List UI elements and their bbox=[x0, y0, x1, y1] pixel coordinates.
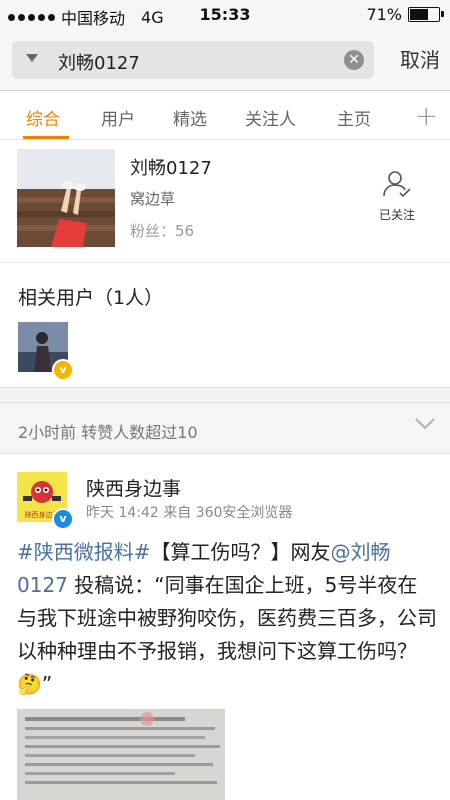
verified-badge-icon: v bbox=[52, 508, 74, 530]
post-meta: 昨天 14:42 来自 360安全浏览器 bbox=[86, 505, 293, 521]
followed-button[interactable]: 已关注 bbox=[372, 168, 422, 223]
post-text-part: 【算工伤吗？】网友 bbox=[150, 540, 331, 564]
post-image[interactable] bbox=[17, 709, 225, 800]
search-input[interactable]: 刘畅0127 ✕ bbox=[12, 41, 374, 79]
post-text-part: 投稿说：“同事在国企上班，5号半夜在与我下班途中被野狗咬伤，医药费三百多，公司以… bbox=[17, 573, 437, 663]
battery-icon bbox=[408, 7, 444, 22]
related-users-section: 相关用户（1人） v bbox=[0, 263, 450, 387]
tab-following[interactable]: 关注人 bbox=[245, 105, 296, 130]
tab-users[interactable]: 用户 bbox=[101, 105, 135, 130]
battery-percent: 71% bbox=[366, 5, 402, 24]
cancel-button[interactable]: 取消 bbox=[400, 44, 440, 73]
post-text: #陕西微报料#【算工伤吗？】网友@刘畅0127 投稿说：“同事在国企上班，5号半… bbox=[17, 536, 437, 701]
clear-icon[interactable]: ✕ bbox=[344, 50, 364, 70]
related-users-title: 相关用户（1人） bbox=[18, 287, 164, 309]
add-tab-icon[interactable]: + bbox=[415, 99, 438, 132]
user-check-icon bbox=[383, 171, 411, 198]
tab-homepage[interactable]: 主页 bbox=[337, 105, 371, 130]
document-photo bbox=[17, 709, 225, 800]
user-result-card[interactable]: 刘畅0127 窝边草 粉丝：56 已关注 bbox=[0, 140, 450, 263]
tab-bar: 综合 用户 精选 关注人 主页 + bbox=[0, 91, 450, 140]
user-avatar[interactable] bbox=[17, 149, 115, 247]
hashtag-link[interactable]: #陕西微报料# bbox=[17, 540, 151, 564]
tab-featured[interactable]: 精选 bbox=[173, 105, 207, 130]
chevron-down-icon[interactable] bbox=[414, 417, 436, 431]
feed-header-text: 2小时前 转赞人数超过10 bbox=[18, 423, 198, 442]
search-scope-dropdown-icon[interactable] bbox=[26, 54, 38, 62]
tab-all[interactable]: 综合 bbox=[26, 105, 60, 130]
avatar-photo-image bbox=[17, 149, 115, 247]
weibo-post[interactable]: 陕西身边事 v 陕西身边事 昨天 14:42 来自 360安全浏览器 #陕西微报… bbox=[0, 454, 450, 800]
user-bio: 窝边草 bbox=[130, 190, 176, 208]
post-text-part: ” bbox=[41, 672, 53, 696]
section-divider bbox=[0, 387, 450, 403]
verified-badge-icon: v bbox=[52, 359, 74, 381]
search-bar: 刘畅0127 ✕ 取消 bbox=[0, 30, 450, 91]
search-query[interactable]: 刘畅0127 bbox=[58, 49, 140, 75]
feed-header[interactable]: 2小时前 转赞人数超过10 bbox=[0, 403, 450, 454]
followed-label: 已关注 bbox=[378, 208, 415, 222]
user-name[interactable]: 刘畅0127 bbox=[130, 154, 212, 180]
post-author-name[interactable]: 陕西身边事 bbox=[86, 474, 181, 501]
status-bar: 中国移动 4G 15:33 71% bbox=[0, 0, 450, 30]
user-fans-count: 粉丝：56 bbox=[130, 222, 195, 240]
thinking-emoji-icon: 🤔 bbox=[17, 672, 42, 696]
active-tab-indicator bbox=[23, 136, 69, 139]
